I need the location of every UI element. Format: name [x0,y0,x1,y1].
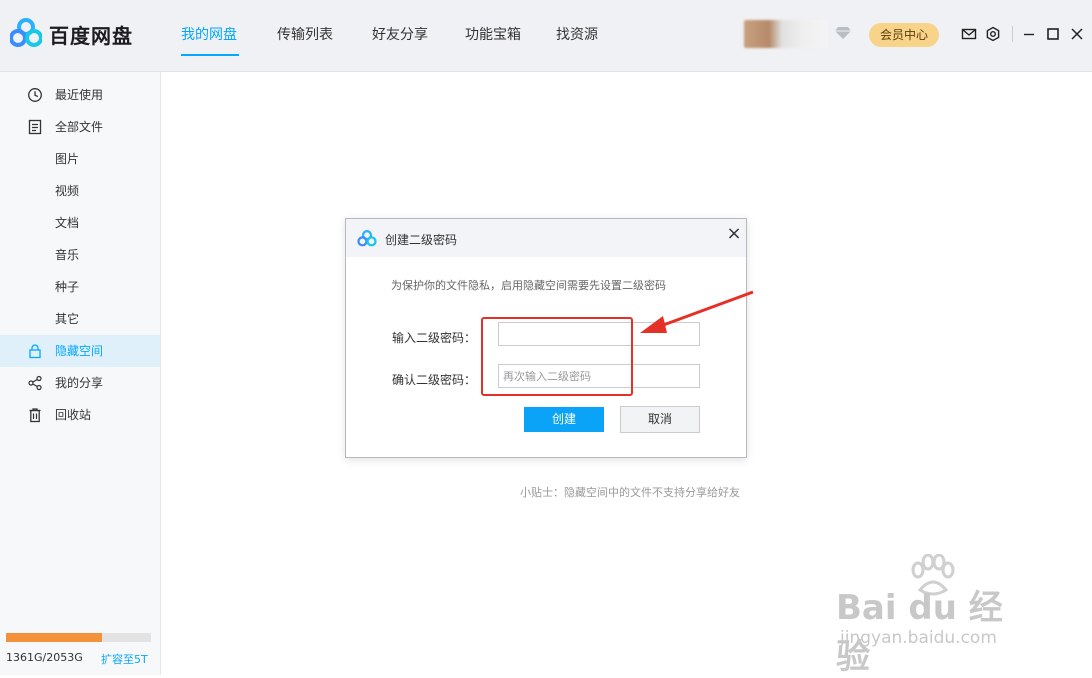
sidebar-item-music[interactable]: 音乐 [0,239,160,271]
tab-transfer-list[interactable]: 传输列表 [277,24,333,44]
storage-quota-text: 1361G/2053G [6,651,83,664]
share-icon [28,375,42,391]
sidebar-item-other[interactable]: 其它 [0,303,160,335]
hidden-space-tip: 小贴士：隐藏空间中的文件不支持分享给好友 [520,486,740,499]
trash-icon [29,408,41,423]
sidebar-item-documents[interactable]: 文档 [0,207,160,239]
toolbar-divider [1012,26,1013,42]
sidebar-item-images[interactable]: 图片 [0,143,160,175]
storage-quota-bar [6,633,151,642]
avatar[interactable] [744,20,828,48]
tab-find-resources[interactable]: 找资源 [556,24,598,44]
lock-icon [29,344,41,359]
sidebar-item-label: 图片 [55,152,80,166]
tab-toolbox[interactable]: 功能宝箱 [465,24,521,44]
password-label: 输入二级密码： [392,331,477,345]
baidu-netdisk-logo [10,18,42,47]
sidebar-item-recycle-bin[interactable]: 回收站 [0,399,160,431]
sidebar-item-label: 隐藏空间 [55,344,104,358]
baidu-jingyan-watermark: Bai du 经验 jingyan.baidu.com [836,552,1036,677]
dialog-description: 为保护你的文件隐私，启用隐藏空间需要先设置二级密码 [391,279,666,292]
close-icon[interactable] [1069,26,1085,42]
app-title: 百度网盘 [49,24,133,48]
maximize-icon[interactable] [1045,26,1061,42]
storage-quota-fill [6,633,103,642]
expand-storage-link[interactable]: 扩容至5T [101,651,148,667]
vip-center-button[interactable]: 会员中心 [869,23,939,47]
tab-friend-share[interactable]: 好友分享 [372,24,428,44]
sidebar-item-videos[interactable]: 视频 [0,175,160,207]
sidebar-item-my-shares[interactable]: 我的分享 [0,367,160,399]
sidebar-item-label: 视频 [55,184,80,198]
title-bar: 百度网盘 我的网盘 传输列表 好友分享 功能宝箱 找资源 会员中心 [0,0,1092,72]
sidebar-item-all-files[interactable]: 全部文件 [0,111,160,143]
sidebar: 最近使用 全部文件 图片 视频 文档 音乐 种子 其它 隐藏空间 我的分享 回收… [0,72,161,675]
baidu-netdisk-logo [357,230,377,247]
sidebar-item-recent[interactable]: 最近使用 [0,79,160,111]
dialog-close-button[interactable]: × [724,224,744,244]
sidebar-item-label: 全部文件 [55,120,104,134]
dialog-header: 创建二级密码 × [346,219,746,257]
cancel-button[interactable]: 取消 [620,406,700,433]
sidebar-item-label: 最近使用 [55,88,104,102]
clock-icon [28,88,42,102]
tab-my-netdisk[interactable]: 我的网盘 [181,24,237,44]
active-tab-indicator [181,54,239,56]
settings-icon[interactable] [985,26,1001,42]
sidebar-item-label: 回收站 [55,408,92,422]
dialog-title: 创建二级密码 [385,233,458,247]
sidebar-item-label: 其它 [55,312,80,326]
confirm-password-label: 确认二级密码： [392,373,477,387]
minimize-icon[interactable] [1021,26,1037,42]
sidebar-item-label: 音乐 [55,248,80,262]
sidebar-item-label: 种子 [55,280,80,294]
watermark-url: jingyan.baidu.com [840,628,997,648]
sidebar-item-label: 文档 [55,216,80,230]
sidebar-item-hidden-space[interactable]: 隐藏空间 [0,335,160,367]
sidebar-item-torrents[interactable]: 种子 [0,271,160,303]
diamond-icon[interactable] [835,26,851,40]
sidebar-item-label: 我的分享 [55,376,104,390]
annotation-arrow [640,290,754,333]
create-button[interactable]: 创建 [524,407,604,432]
annotation-highlight-box [481,317,633,396]
mail-icon[interactable] [961,26,977,42]
file-icon [28,119,42,135]
